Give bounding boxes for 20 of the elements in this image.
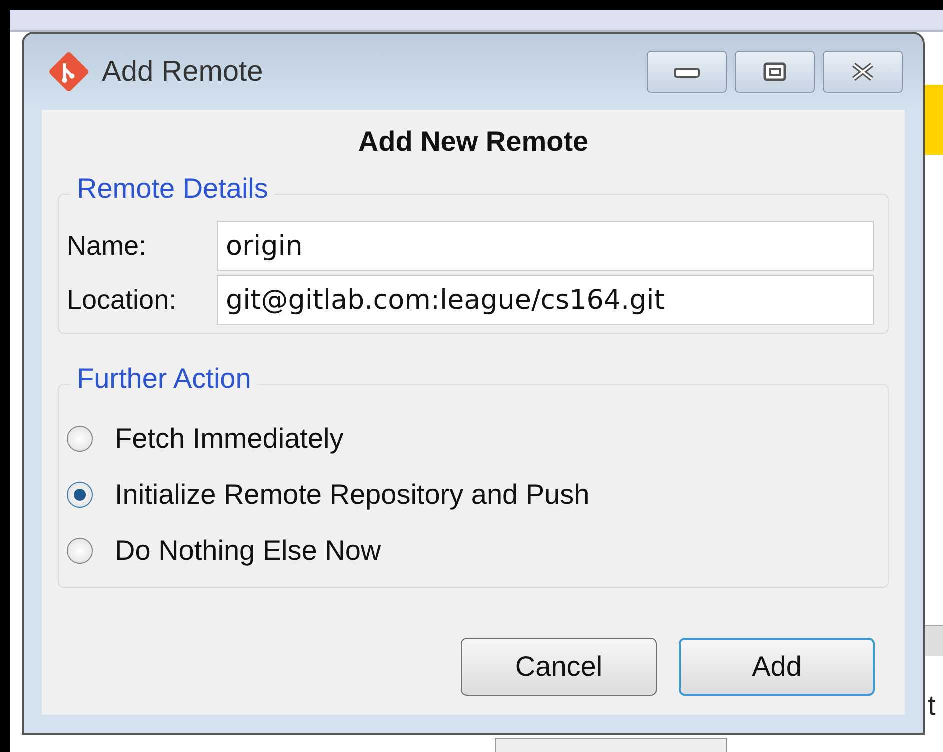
dialog-button[interactable]: Add (679, 638, 875, 696)
background-text: t (928, 690, 936, 722)
minimize-button[interactable] (647, 51, 727, 93)
option-label[interactable]: Do Nothing Else Now (115, 535, 382, 567)
minimize-icon (673, 65, 701, 79)
dialog-button[interactable]: Cancel (461, 638, 657, 696)
radio-button[interactable] (67, 538, 93, 564)
close-button[interactable] (823, 51, 903, 93)
radio-button[interactable] (67, 482, 93, 508)
option-label[interactable]: Fetch Immediately (115, 423, 344, 455)
window-title: Add Remote (102, 56, 264, 88)
maximize-button[interactable] (735, 51, 815, 93)
input-field[interactable]: git@gitlab.com:league/cs164.git (217, 275, 874, 325)
input-field[interactable]: origin (217, 221, 874, 271)
field-label: Name: (67, 230, 148, 262)
dialog-heading: Add New Remote (357, 126, 590, 158)
option-label[interactable]: Initialize Remote Repository and Push (115, 479, 590, 511)
maximize-icon (763, 62, 787, 82)
radio-button[interactable] (67, 426, 93, 452)
field-label: Location: (67, 284, 178, 316)
